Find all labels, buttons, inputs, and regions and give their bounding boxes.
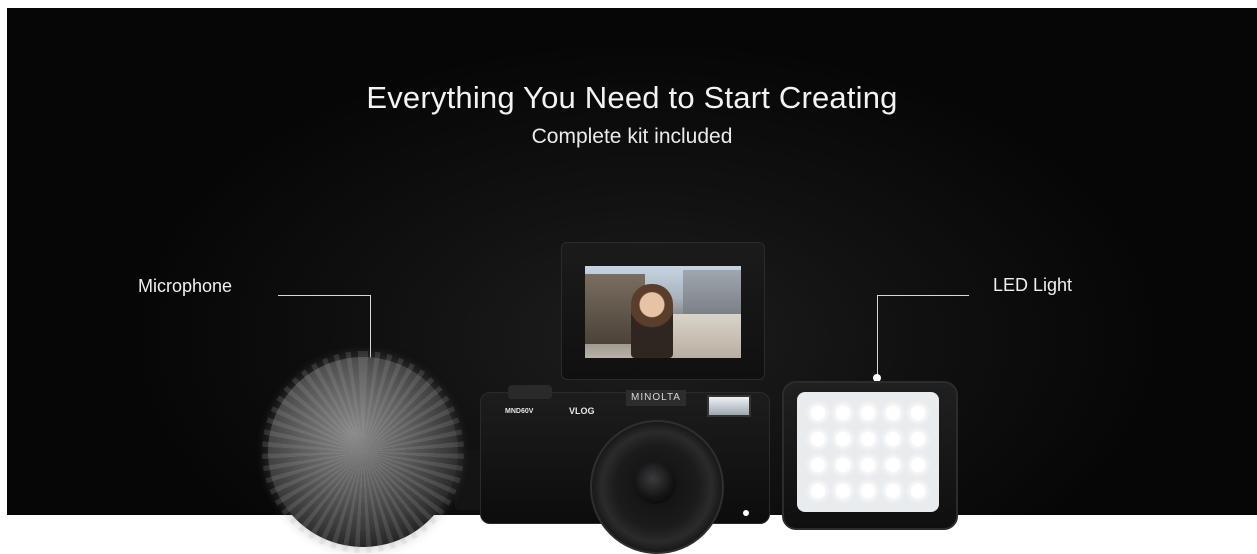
led-bulb	[810, 484, 825, 498]
led-bulb	[886, 432, 901, 446]
led-bulb	[886, 458, 901, 472]
led-light-panel	[797, 392, 939, 512]
led-bulb	[911, 406, 926, 420]
led-light-callout-label: LED Light	[993, 275, 1073, 295]
camera-selfie-preview-image	[585, 266, 741, 358]
led-bulb	[810, 458, 825, 472]
led-callout-line-vertical	[877, 295, 878, 376]
led-bulb	[835, 484, 850, 498]
microphone-windscreen-image	[262, 351, 464, 553]
led-bulb	[810, 406, 825, 420]
led-bulb	[860, 484, 875, 498]
led-bulb	[810, 432, 825, 446]
led-bulb	[860, 432, 875, 446]
hero-headline: Everything You Need to Start Creating	[366, 80, 898, 115]
led-bulb	[860, 458, 875, 472]
led-bulb	[911, 432, 926, 446]
camera-lens-center	[634, 462, 676, 504]
microphone-callout-label: Microphone	[138, 276, 233, 296]
carousel-indicator-dot[interactable]	[743, 510, 749, 516]
led-bulb	[911, 458, 926, 472]
led-bulb	[886, 484, 901, 498]
microphone-callout-line-horizontal	[278, 295, 371, 296]
preview-person	[631, 284, 673, 358]
hero-subheadline: Complete kit included	[531, 125, 733, 148]
led-bulb	[911, 484, 926, 498]
led-bulb	[835, 432, 850, 446]
camera-mode-dial	[508, 385, 552, 399]
led-bulb	[860, 406, 875, 420]
camera-flash	[707, 395, 751, 417]
led-bulb	[886, 406, 901, 420]
led-bulb	[835, 458, 850, 472]
led-bulb	[835, 406, 850, 420]
led-callout-line-horizontal	[877, 295, 969, 296]
camera-vlog-badge: VLOG	[569, 406, 595, 416]
camera-brand-plate: MINOLTA	[626, 390, 686, 406]
camera-model-label: MND60V	[505, 408, 534, 415]
